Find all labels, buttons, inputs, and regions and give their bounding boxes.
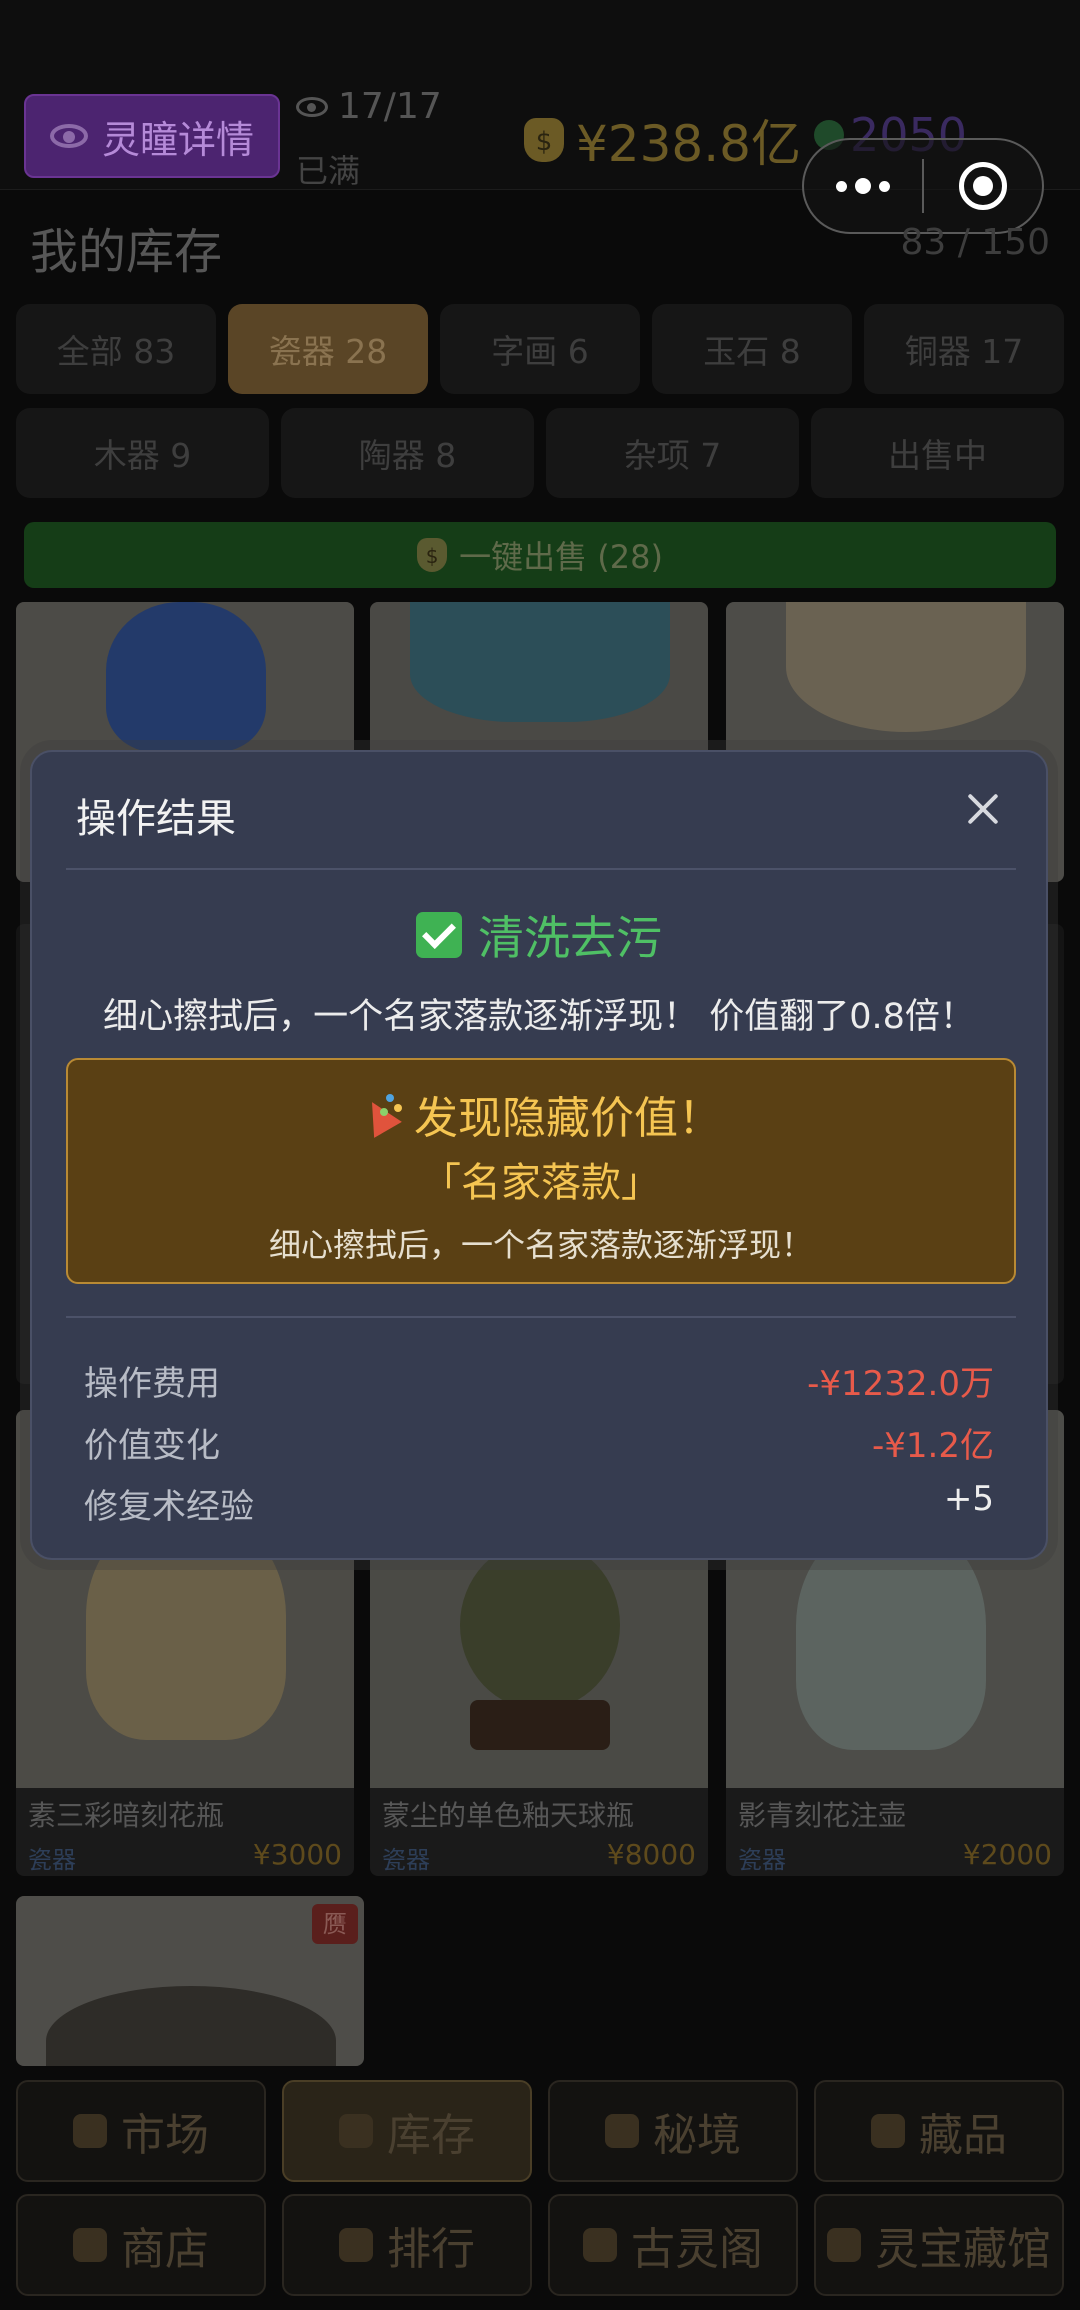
- item-type: 瓷器: [382, 1846, 430, 1874]
- inventory-count: 83 / 150: [900, 222, 1050, 263]
- nav-ranking[interactable]: 排行: [282, 2194, 532, 2296]
- eye-icon: [296, 96, 328, 117]
- tab-pottery[interactable]: 陶器 8: [281, 408, 534, 498]
- market-icon: [73, 2114, 107, 2148]
- eye-details-label: 灵瞳详情: [101, 117, 254, 162]
- nav-collection[interactable]: 藏品: [814, 2080, 1064, 2182]
- tab-painting[interactable]: 字画 6: [440, 304, 640, 394]
- money-value: ¥238.8亿: [576, 115, 801, 173]
- tab-wood[interactable]: 木器 9: [16, 408, 269, 498]
- bottom-nav-row1: 市场 库存 秘境 藏品: [16, 2080, 1064, 2182]
- operation-result-dialog: 操作结果 清洗去污 细心擦拭后，一个名家落款逐渐浮现！ 价值翻了0.8倍！ 发现…: [30, 750, 1048, 1560]
- divider: [66, 1316, 1016, 1318]
- tab-all[interactable]: 全部 83: [16, 304, 216, 394]
- stat-value: +5: [943, 1479, 994, 1519]
- nav-label: 藏品: [919, 2110, 1007, 2161]
- ranking-icon: [339, 2228, 373, 2262]
- nav-market[interactable]: 市场: [16, 2080, 266, 2182]
- nav-treasure-museum[interactable]: 灵宝藏馆: [814, 2194, 1064, 2296]
- money-display: $ ¥238.8亿: [524, 104, 801, 176]
- shop-icon: [73, 2228, 107, 2262]
- tab-porcelain[interactable]: 瓷器 28: [228, 304, 428, 394]
- dialog-title: 操作结果: [76, 796, 236, 842]
- hidden-value-desc: 细心擦拭后，一个名家落款逐渐浮现！: [268, 1226, 813, 1264]
- result-label: 清洗去污: [478, 911, 662, 965]
- item-price: ¥3000: [252, 1838, 342, 1871]
- hidden-value-title-text: 发现隐藏价值！: [414, 1093, 722, 1144]
- sell-all-label: 一键出售 (28): [459, 538, 663, 576]
- inventory-title: 我的库存: [30, 224, 223, 280]
- result-heading: 清洗去污: [32, 902, 1046, 968]
- item-name: 蒙尘的单色釉天球瓶: [382, 1799, 635, 1832]
- collection-icon: [871, 2114, 905, 2148]
- museum-icon: [827, 2228, 861, 2262]
- eye-details-button[interactable]: 灵瞳详情: [24, 94, 280, 178]
- nav-label: 市场: [121, 2110, 209, 2161]
- party-popper-icon: [360, 1092, 404, 1136]
- category-tabs-row2: 木器 9 陶器 8 杂项 7 出售中: [16, 408, 1064, 498]
- item-price: ¥8000: [606, 1838, 696, 1871]
- nav-label: 排行: [387, 2224, 475, 2275]
- stat-restore-exp: 修复术经验 +5: [84, 1479, 994, 1528]
- close-miniprogram-icon[interactable]: [924, 162, 1042, 210]
- nav-label: 古灵阁: [631, 2224, 763, 2275]
- tab-bronze[interactable]: 铜器 17: [864, 304, 1064, 394]
- category-tabs-row1: 全部 83 瓷器 28 字画 6 玉石 8 铜器 17: [16, 304, 1064, 394]
- item-name: 影青刻花注壶: [738, 1799, 907, 1832]
- eye-count-value: 17/17: [338, 86, 442, 127]
- hidden-value-panel: 发现隐藏价值！ 「名家落款」 细心擦拭后，一个名家落款逐渐浮现！: [66, 1058, 1016, 1284]
- check-icon: [416, 912, 462, 958]
- item-card[interactable]: 赝: [16, 1896, 364, 2066]
- tab-on-sale[interactable]: 出售中: [811, 408, 1064, 498]
- full-label: 已满: [296, 152, 361, 190]
- stat-operation-cost: 操作费用 -¥1232.0万: [84, 1356, 994, 1405]
- item-name: 素三彩暗刻花瓶: [28, 1799, 225, 1832]
- item-type: 瓷器: [738, 1846, 786, 1874]
- more-menu-icon[interactable]: [804, 178, 922, 194]
- stat-value: -¥1.2亿: [872, 1426, 994, 1466]
- stat-label: 修复术经验: [84, 1487, 254, 1527]
- nav-secret-realm[interactable]: 秘境: [548, 2080, 798, 2182]
- eye-count: 17/17: [296, 86, 442, 127]
- divider: [66, 868, 1016, 870]
- nav-guling-pavilion[interactable]: 古灵阁: [548, 2194, 798, 2296]
- inventory-icon: [339, 2114, 373, 2148]
- tab-jade[interactable]: 玉石 8: [652, 304, 852, 394]
- nav-label: 灵宝藏馆: [875, 2224, 1051, 2275]
- nav-shop[interactable]: 商店: [16, 2194, 266, 2296]
- tab-misc[interactable]: 杂项 7: [546, 408, 799, 498]
- secret-realm-icon: [605, 2114, 639, 2148]
- eye-icon: [49, 124, 88, 148]
- item-price: ¥2000: [962, 1838, 1052, 1871]
- close-icon[interactable]: [966, 792, 1000, 826]
- nav-inventory[interactable]: 库存: [282, 2080, 532, 2182]
- money-bag-icon: $: [417, 538, 448, 572]
- hidden-value-name: 「名家落款」: [421, 1160, 661, 1206]
- stat-value-change: 价值变化 -¥1.2亿: [84, 1418, 994, 1467]
- nav-label: 库存: [387, 2110, 475, 2161]
- bottom-nav-row2: 商店 排行 古灵阁 灵宝藏馆: [16, 2194, 1064, 2296]
- item-type: 瓷器: [28, 1846, 76, 1874]
- stat-value: -¥1232.0万: [807, 1364, 994, 1404]
- pavilion-icon: [583, 2228, 617, 2262]
- nav-label: 秘境: [653, 2110, 741, 2161]
- nav-label: 商店: [121, 2224, 209, 2275]
- stat-label: 操作费用: [84, 1364, 220, 1404]
- hidden-value-title: 发现隐藏价值！: [68, 1082, 1014, 1146]
- stat-label: 价值变化: [84, 1426, 220, 1466]
- result-description: 细心擦拭后，一个名家落款逐渐浮现！ 价值翻了0.8倍！: [103, 997, 975, 1037]
- money-bag-icon: $: [524, 118, 564, 162]
- sell-all-button[interactable]: $ 一键出售 (28): [24, 522, 1056, 588]
- mini-program-capsule: [802, 138, 1044, 234]
- fake-badge: 赝: [312, 1904, 358, 1944]
